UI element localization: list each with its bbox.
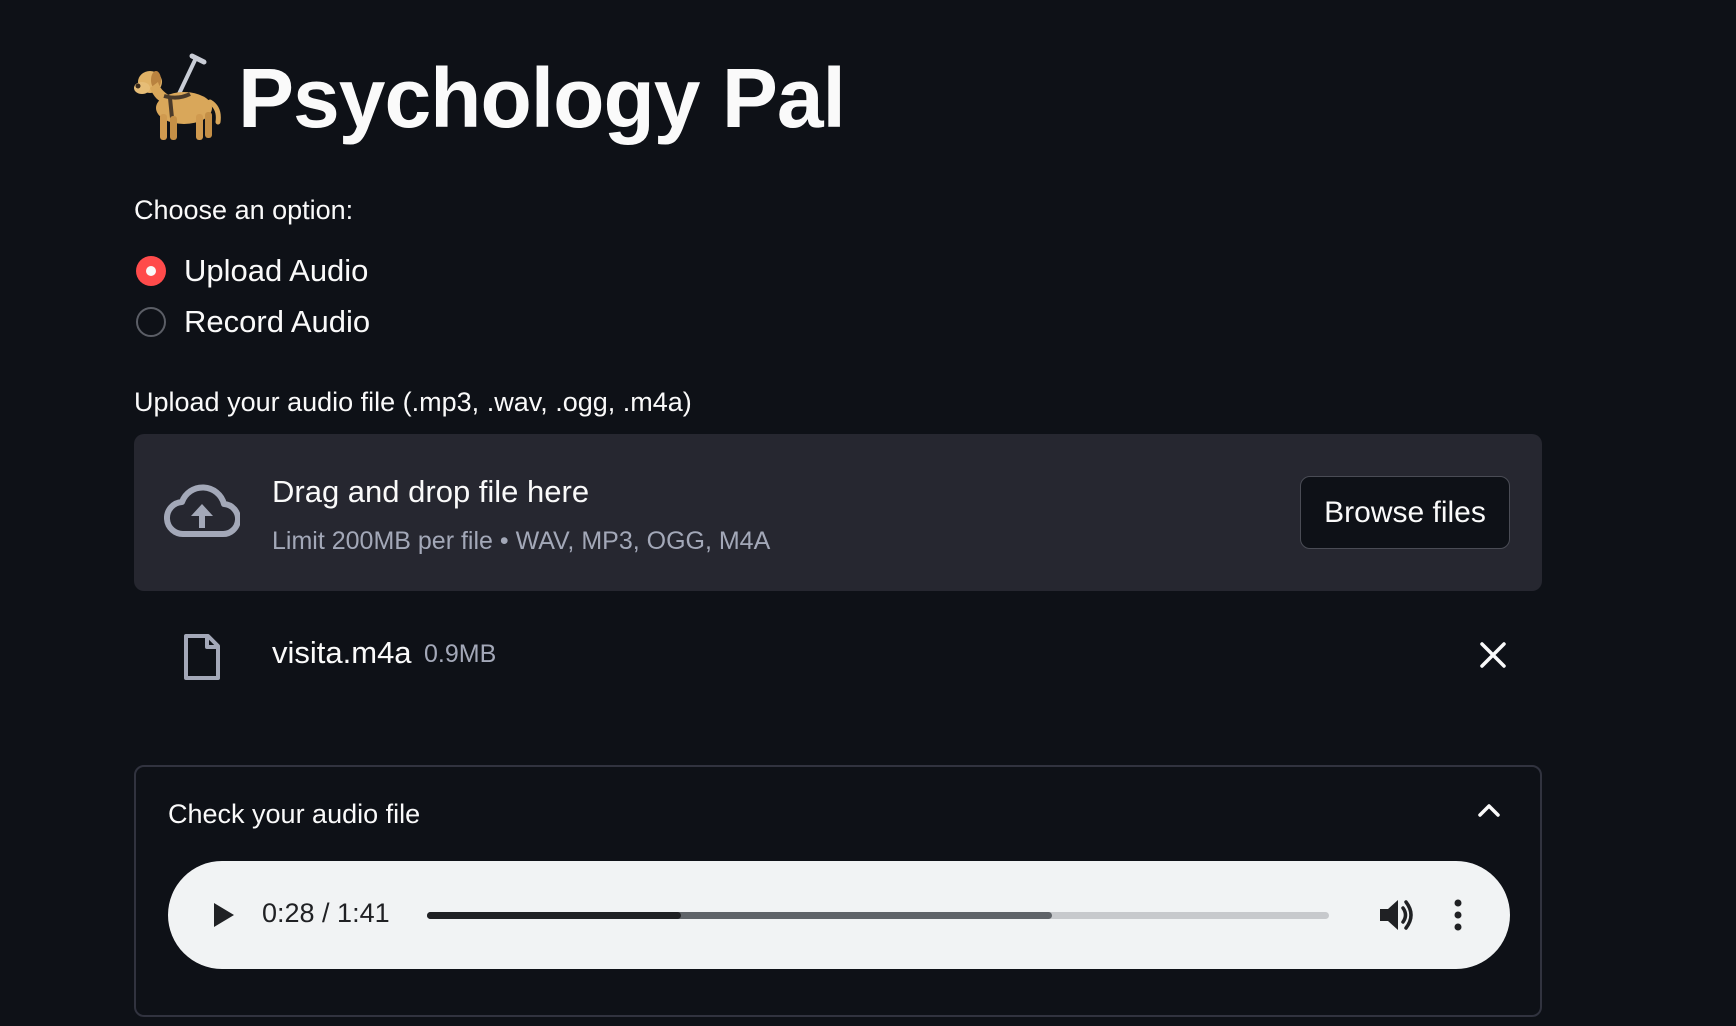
radio-group-label: Choose an option: [134,195,354,225]
radio-option-label: Upload Audio [184,253,369,288]
volume-icon[interactable] [1376,895,1416,935]
radio-option-record-audio[interactable]: Record Audio [136,304,370,340]
audio-time-display: 0:28 / 1:41 [262,898,390,928]
close-icon[interactable] [1476,638,1510,672]
audio-expander: Check your audio file 0:28 / 1:41 [134,765,1542,1017]
radio-option-label: Record Audio [184,304,371,339]
audio-seek-bar[interactable] [427,912,1329,919]
chevron-up-icon[interactable] [1476,801,1502,819]
uploaded-file-row: visita.m4a 0.9MB [134,620,1542,690]
radio-button-checked[interactable] [136,256,166,286]
uploaded-file-name: visita.m4a [272,635,412,670]
radio-option-upload-audio[interactable]: Upload Audio [136,253,368,289]
title-row: Psychology Pal [134,51,846,145]
more-vertical-icon[interactable] [1448,895,1468,935]
page-title: Psychology Pal [238,51,846,145]
radio-button-unchecked[interactable] [136,307,166,337]
uploaded-file-size: 0.9MB [424,640,497,668]
cloud-upload-icon [164,484,240,538]
audio-player: 0:28 / 1:41 [168,861,1510,969]
guide-dog-icon [134,53,221,140]
expander-title: Check your audio file [168,799,421,829]
dropzone-limit-text: Limit 200MB per file • WAV, MP3, OGG, M4… [272,527,771,555]
dropzone-instructions: Drag and drop file here [272,474,590,509]
expander-header[interactable]: Check your audio file [136,767,1540,857]
play-icon[interactable] [208,899,238,931]
file-icon [184,634,220,680]
browse-files-button[interactable]: Browse files [1300,476,1510,549]
file-dropzone[interactable]: Drag and drop file here Limit 200MB per … [134,434,1542,591]
file-uploader-label: Upload your audio file (.mp3, .wav, .ogg… [134,387,692,417]
seek-played-range [427,912,682,919]
app-page: Psychology Pal Choose an option: Upload … [0,0,1736,1026]
